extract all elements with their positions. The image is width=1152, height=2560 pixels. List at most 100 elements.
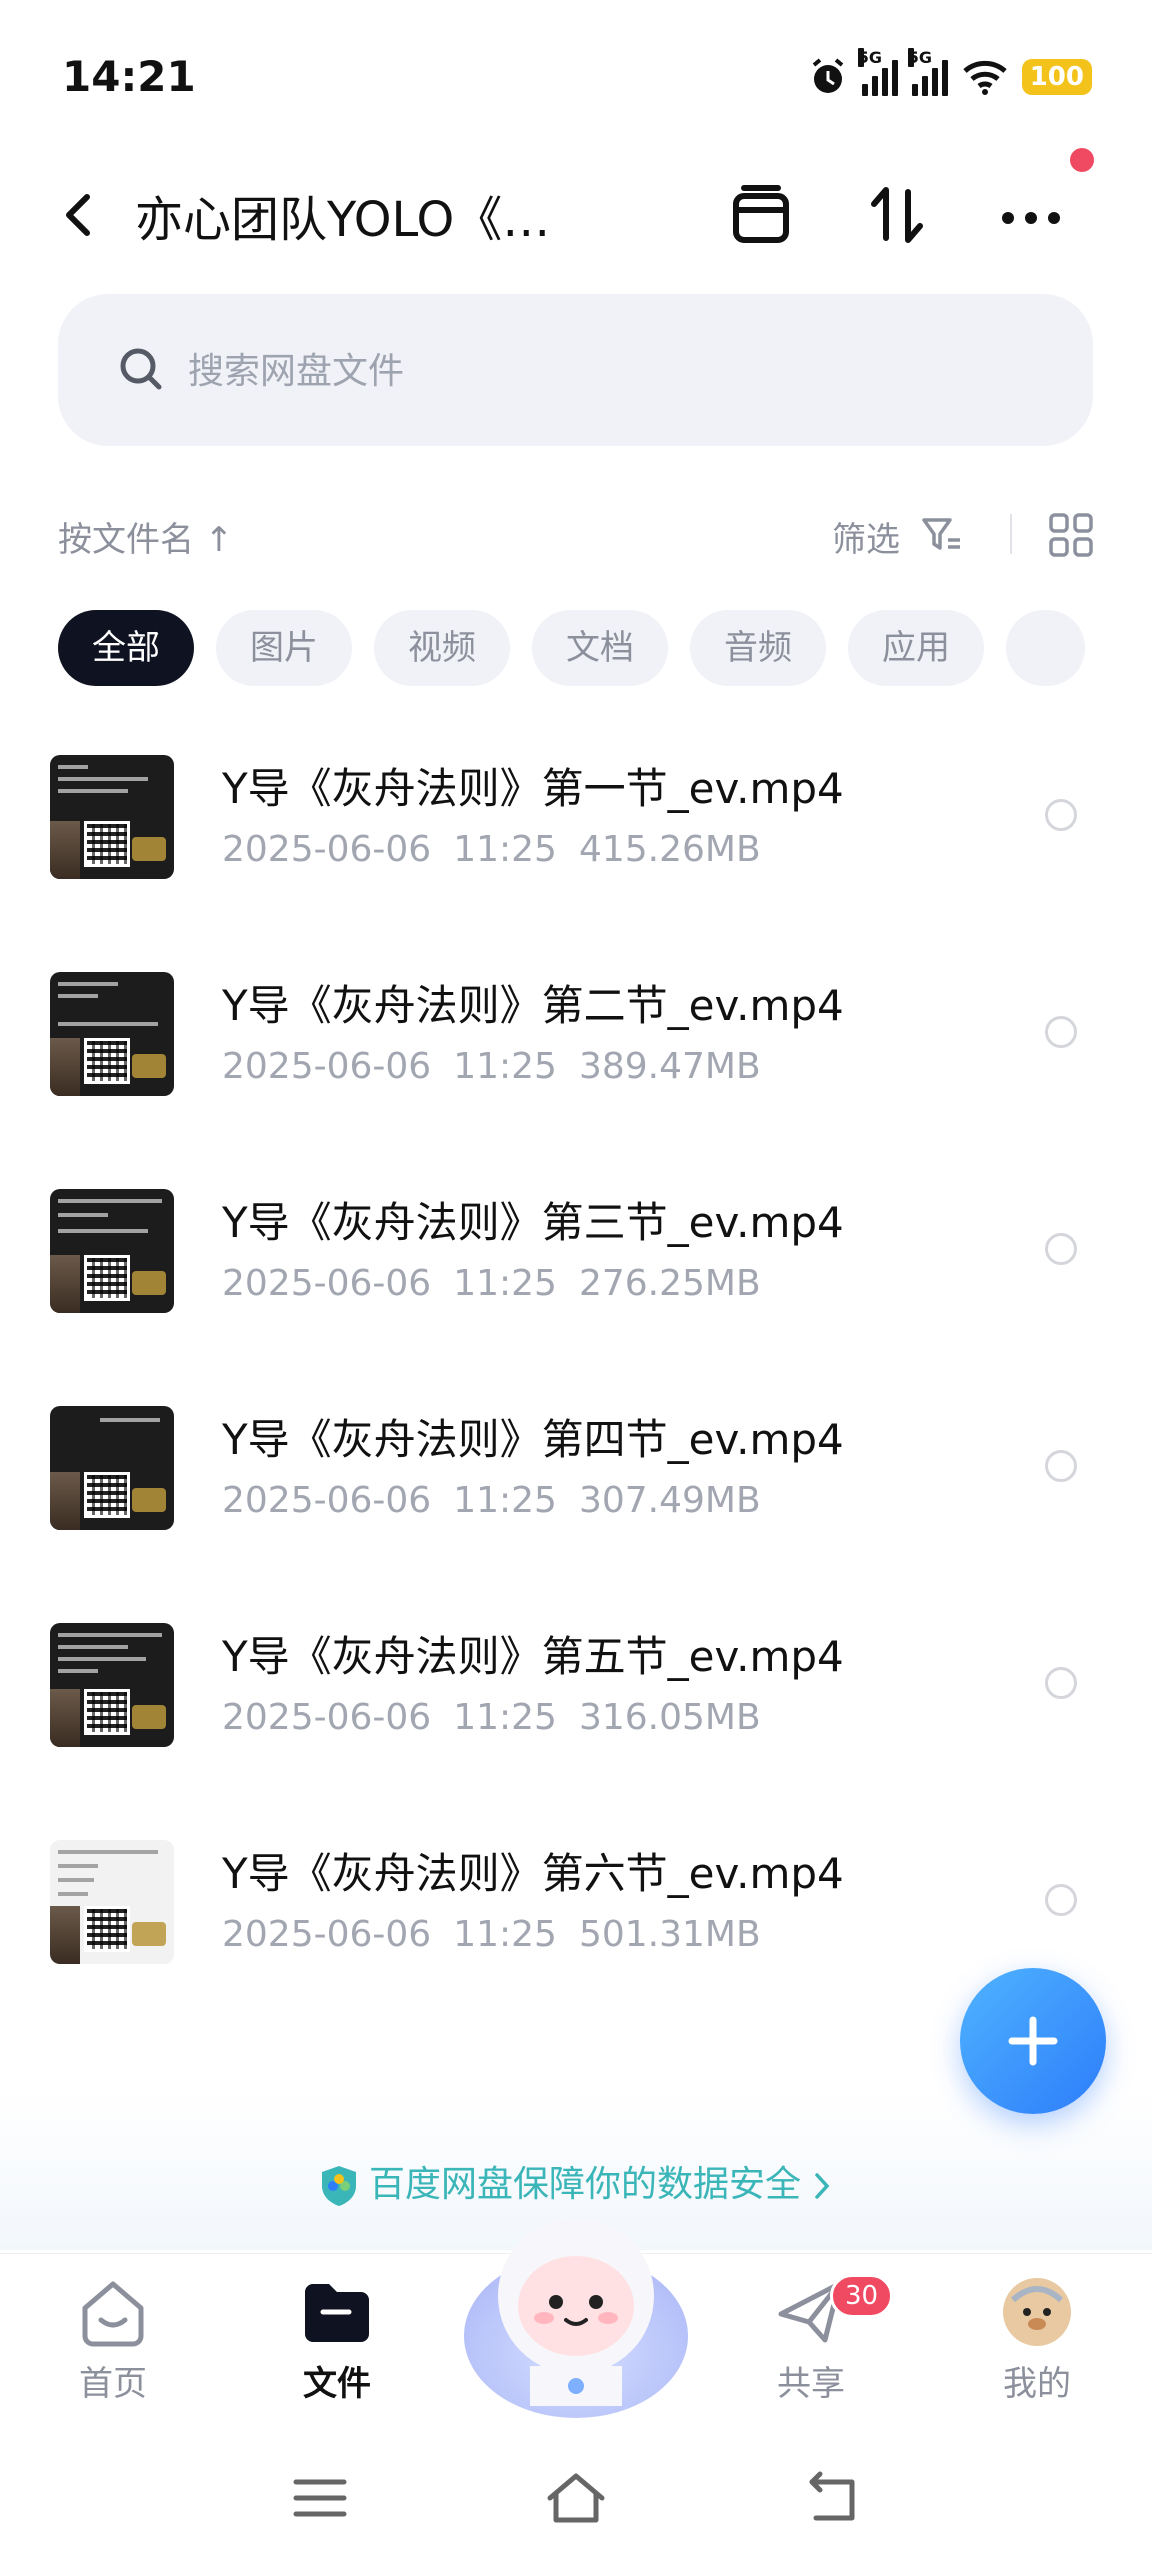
file-meta: 2025-06-06 11:25 389.47MB (222, 1046, 783, 1087)
archive-icon[interactable] (726, 180, 796, 250)
file-row[interactable]: Y导《灰舟法则》第五节_ev.mp4 2025-06-06 11:25 316.05… (0, 1603, 1152, 1820)
file-date: 2025-06-06 (222, 1914, 432, 1955)
video-thumbnail (50, 1623, 174, 1747)
tab-more[interactable] (1006, 610, 1085, 686)
video-thumbnail (50, 1406, 174, 1530)
file-name: Y导《灰舟法则》第三节_ev.mp4 (222, 1198, 844, 1247)
file-size: 316.05MB (578, 1697, 761, 1738)
filter-button[interactable]: 筛选 (832, 512, 900, 561)
file-list: Y导《灰舟法则》第一节_ev.mp4 2025-06-06 11:25 415.26… (0, 735, 1152, 2037)
file-time: 11:25 (453, 1697, 557, 1738)
tab-documents[interactable]: 文档 (532, 610, 668, 686)
back-button-icon[interactable] (800, 2468, 864, 2528)
file-time: 11:25 (453, 1046, 557, 1087)
nav-mine[interactable]: 我的 (962, 2274, 1112, 2405)
plus-icon (1008, 2016, 1058, 2066)
signal-icon-1: 5G (857, 48, 898, 96)
select-checkbox[interactable] (1045, 1667, 1077, 1699)
share-count-badge: 30 (830, 2274, 894, 2318)
file-size: 501.31MB (578, 1914, 761, 1955)
file-row[interactable]: Y导《灰舟法则》第一节_ev.mp4 2025-06-06 11:25 415.26… (0, 735, 1152, 952)
menu-icon[interactable] (288, 2468, 352, 2528)
file-date: 2025-06-06 (222, 1480, 432, 1521)
file-row[interactable]: Y导《灰舟法则》第三节_ev.mp4 2025-06-06 11:25 276.25… (0, 1169, 1152, 1386)
file-row[interactable]: Y导《灰舟法则》第四节_ev.mp4 2025-06-06 11:25 307.49… (0, 1386, 1152, 1603)
sort-icon[interactable] (862, 180, 932, 250)
divider (1010, 514, 1012, 554)
file-meta: 2025-06-06 11:25 276.25MB (222, 1263, 783, 1304)
search-icon (120, 348, 162, 390)
header: 亦心团队YOLO《… (0, 148, 1152, 280)
system-nav-bar (0, 2438, 1152, 2560)
nav-share-label: 共享 (777, 2364, 845, 2404)
file-date: 2025-06-06 (222, 1046, 432, 1087)
tab-audio[interactable]: 音频 (690, 610, 826, 686)
file-time: 11:25 (453, 1263, 557, 1304)
file-time: 11:25 (453, 1480, 557, 1521)
nav-files[interactable]: 文件 (262, 2274, 412, 2405)
select-checkbox[interactable] (1045, 1450, 1077, 1482)
back-icon[interactable] (55, 185, 105, 245)
file-meta: 2025-06-06 11:25 501.31MB (222, 1914, 783, 1955)
select-checkbox[interactable] (1045, 799, 1077, 831)
notification-dot (1070, 148, 1094, 172)
home-icon (82, 2281, 144, 2347)
tab-all[interactable]: 全部 (58, 610, 194, 686)
video-thumbnail (50, 1189, 174, 1313)
nav-files-label: 文件 (303, 2364, 371, 2404)
video-thumbnail (50, 755, 174, 879)
folder-icon (305, 2284, 369, 2342)
nav-home-label: 首页 (79, 2364, 147, 2404)
alarm-icon (812, 58, 843, 93)
file-date: 2025-06-06 (222, 829, 432, 870)
file-size: 276.25MB (578, 1263, 761, 1304)
mascot-avatar-icon[interactable] (458, 2196, 694, 2426)
file-name: Y导《灰舟法则》第六节_ev.mp4 (222, 1849, 844, 1898)
file-name: Y导《灰舟法则》第一节_ev.mp4 (222, 764, 844, 813)
status-time: 14:21 (62, 52, 196, 101)
filter-icon[interactable] (920, 514, 964, 558)
category-tabs: 全部 图片 视频 文档 音频 应用 (58, 610, 1152, 686)
file-date: 2025-06-06 (222, 1263, 432, 1304)
grid-view-icon[interactable] (1048, 512, 1094, 558)
add-button[interactable] (960, 1968, 1106, 2114)
wifi-icon (963, 60, 1007, 95)
more-icon[interactable] (996, 180, 1066, 250)
select-checkbox[interactable] (1045, 1233, 1077, 1265)
status-icons: 5G 5G 100 (808, 48, 1092, 102)
network-type-1: 5G (857, 48, 882, 67)
signal-icon-2: 5G (907, 48, 948, 96)
tab-videos[interactable]: 视频 (374, 610, 510, 686)
file-size: 307.49MB (578, 1480, 761, 1521)
nav-home[interactable]: 首页 (38, 2274, 188, 2405)
status-bar: 14:21 5G 5G 100 (0, 0, 1152, 150)
select-checkbox[interactable] (1045, 1016, 1077, 1048)
file-meta: 2025-06-06 11:25 316.05MB (222, 1697, 783, 1738)
file-time: 11:25 (453, 829, 557, 870)
battery-indicator: 100 (1021, 59, 1092, 95)
file-name: Y导《灰舟法则》第四节_ev.mp4 (222, 1415, 844, 1464)
file-date: 2025-06-06 (222, 1697, 432, 1738)
search-bar[interactable] (58, 294, 1093, 446)
bottom-nav: 首页 文件 共享 30 我的 (0, 2218, 1152, 2439)
home-button-icon[interactable] (544, 2468, 608, 2528)
tab-images[interactable]: 图片 (216, 610, 352, 686)
sort-row: 按文件名 ↑ 筛选 (0, 500, 1152, 570)
page-title: 亦心团队YOLO《… (135, 192, 551, 248)
file-meta: 2025-06-06 11:25 415.26MB (222, 829, 783, 870)
file-name: Y导《灰舟法则》第二节_ev.mp4 (222, 981, 844, 1030)
file-name: Y导《灰舟法则》第五节_ev.mp4 (222, 1632, 844, 1681)
nav-share[interactable]: 共享 30 (736, 2274, 894, 2405)
search-input[interactable] (186, 338, 990, 404)
file-meta: 2025-06-06 11:25 307.49MB (222, 1480, 783, 1521)
tab-apps[interactable]: 应用 (848, 610, 984, 686)
select-checkbox[interactable] (1045, 1884, 1077, 1916)
file-size: 415.26MB (578, 829, 761, 870)
file-size: 389.47MB (578, 1046, 761, 1087)
video-thumbnail (50, 972, 174, 1096)
sort-by-name-button[interactable]: 按文件名 ↑ (58, 512, 233, 561)
chevron-right-icon (815, 2173, 830, 2199)
video-thumbnail (50, 1840, 174, 1964)
file-row[interactable]: Y导《灰舟法则》第二节_ev.mp4 2025-06-06 11:25 389.47… (0, 952, 1152, 1169)
network-type-2: 5G (907, 48, 932, 67)
